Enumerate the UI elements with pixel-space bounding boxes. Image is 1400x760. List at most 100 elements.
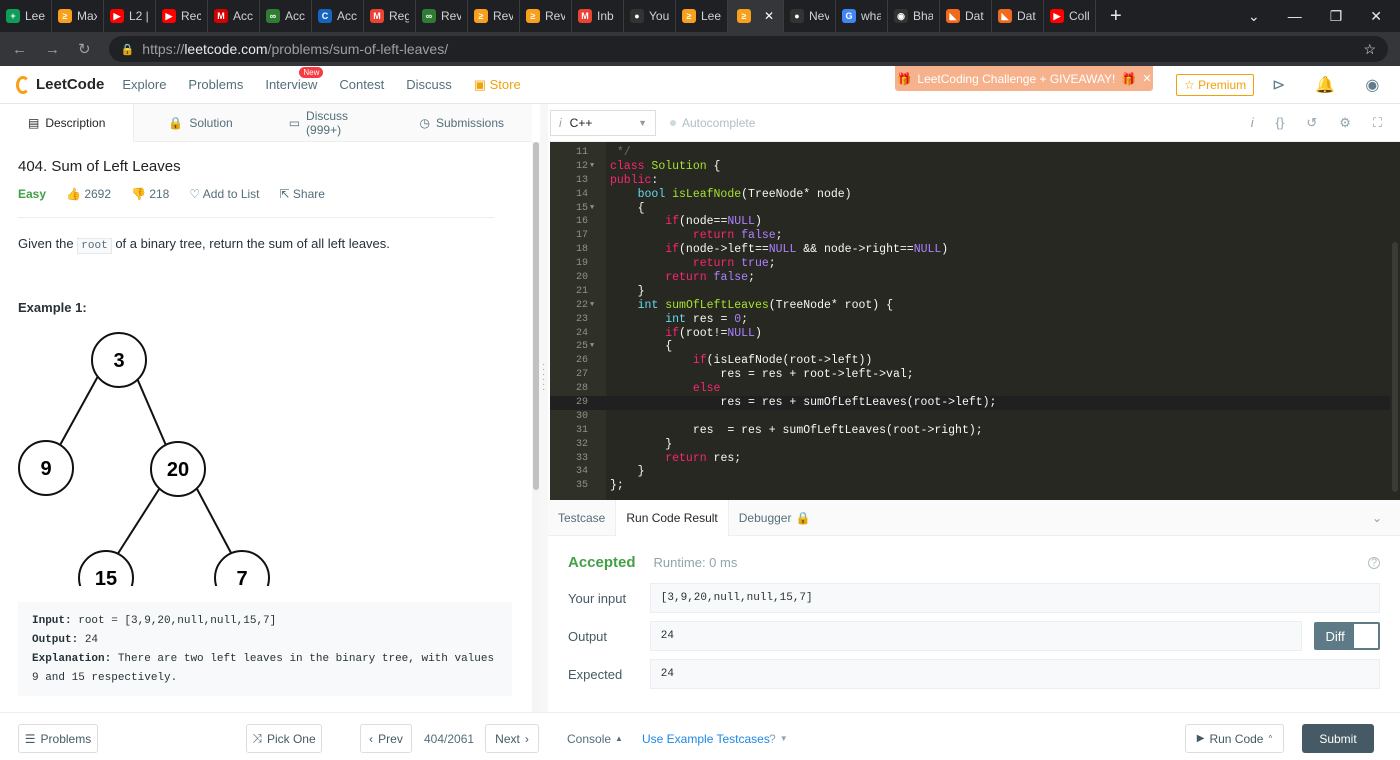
- tab-solution[interactable]: 🔒 Solution: [134, 104, 260, 142]
- browser-tab[interactable]: ≥ Rev: [520, 0, 572, 32]
- browser-tab[interactable]: ◣ Dat: [992, 0, 1044, 32]
- browser-tab[interactable]: ≥ Max: [52, 0, 104, 32]
- next-button[interactable]: Next ›: [485, 724, 539, 753]
- console-toggle[interactable]: Console ▲: [567, 724, 623, 753]
- code-line[interactable]: 19 return true;: [550, 257, 1390, 271]
- code-line[interactable]: 28 else: [550, 382, 1390, 396]
- new-tab-icon[interactable]: +: [1096, 5, 1136, 28]
- code-line[interactable]: 29 res = res + sumOfLeftLeaves(root->lef…: [550, 396, 1390, 410]
- code-line[interactable]: 13 public:: [550, 174, 1390, 188]
- code-line[interactable]: 11 */: [550, 146, 1390, 160]
- fold-arrow-icon[interactable]: ▼: [590, 299, 594, 313]
- code-line[interactable]: 25 ▼ {: [550, 340, 1390, 354]
- leetcode-logo[interactable]: LeetCode: [16, 75, 104, 94]
- pick-one-button[interactable]: ⤨ Pick One: [246, 724, 322, 753]
- reload-icon[interactable]: ↻: [78, 40, 91, 58]
- tab-debugger[interactable]: Debugger 🔒: [729, 500, 821, 536]
- forward-icon[interactable]: →: [45, 41, 60, 58]
- fold-arrow-icon[interactable]: ▼: [590, 340, 594, 354]
- code-line[interactable]: 30: [550, 410, 1390, 424]
- autocomplete-toggle[interactable]: Autocomplete: [670, 116, 755, 130]
- reset-icon[interactable]: ↺: [1306, 115, 1317, 131]
- info-icon[interactable]: i: [1251, 115, 1254, 131]
- code-line[interactable]: 22 ▼ int sumOfLeftLeaves(TreeNode* root) …: [550, 299, 1390, 313]
- description-scrollbar[interactable]: [532, 142, 540, 712]
- tab-description[interactable]: ▤ Description: [0, 104, 135, 142]
- use-example-testcases-link[interactable]: Use Example Testcases: [642, 724, 770, 753]
- problems-button[interactable]: ☰ Problems: [18, 724, 98, 753]
- chevron-down-icon[interactable]: ⌄: [1372, 511, 1400, 525]
- url-input[interactable]: 🔒 https://leetcode.com/problems/sum-of-l…: [108, 36, 1388, 62]
- nav-interview[interactable]: Interview New: [265, 66, 324, 93]
- browser-tab[interactable]: ◣ Dat: [940, 0, 992, 32]
- code-line[interactable]: 23 int res = 0;: [550, 313, 1390, 327]
- back-icon[interactable]: ←: [12, 41, 27, 58]
- language-select[interactable]: i C++ ▼: [550, 109, 656, 136]
- user-avatar-icon[interactable]: ◉: [1365, 75, 1379, 95]
- browser-tab[interactable]: M Inb: [572, 0, 624, 32]
- share-button[interactable]: ⇱ Share: [280, 187, 325, 201]
- nav-explore[interactable]: Explore: [122, 77, 166, 93]
- browser-tab[interactable]: ◉ Bha: [888, 0, 940, 32]
- settings-icon[interactable]: ⚙: [1339, 115, 1351, 131]
- browser-tab[interactable]: ∞ Acc: [260, 0, 312, 32]
- fullscreen-icon[interactable]: ⛶: [1373, 115, 1382, 131]
- tab-search-icon[interactable]: ⌄: [1248, 8, 1260, 25]
- close-tab-icon[interactable]: ✕: [764, 9, 774, 23]
- nav-problems[interactable]: Problems: [188, 77, 243, 93]
- code-line[interactable]: 33 return res;: [550, 452, 1390, 466]
- premium-button[interactable]: ☆ Premium: [1176, 74, 1255, 96]
- code-editor[interactable]: 11 */12 ▼ class Solution {13 public: 14 bool…: [550, 142, 1400, 500]
- tab-discuss[interactable]: ▭ Discuss (999+): [261, 104, 392, 142]
- braces-icon[interactable]: {}: [1276, 115, 1285, 131]
- fold-arrow-icon[interactable]: ▼: [590, 160, 594, 174]
- browser-tab[interactable]: ● Nev: [784, 0, 836, 32]
- browser-tab[interactable]: ≥ Lee: [676, 0, 728, 32]
- code-line[interactable]: 14 bool isLeafNode(TreeNode* node): [550, 188, 1390, 202]
- scrollbar-thumb[interactable]: [533, 142, 539, 490]
- add-to-list-button[interactable]: ♡ Add to List: [189, 187, 259, 201]
- help-icon[interactable]: ?: [1368, 556, 1380, 569]
- submit-button[interactable]: Submit: [1302, 724, 1374, 753]
- code-line[interactable]: 16 if(node==NULL): [550, 215, 1390, 229]
- code-line[interactable]: 24 if(root!=NULL): [550, 327, 1390, 341]
- code-line[interactable]: 35};: [550, 479, 1390, 493]
- minimize-icon[interactable]: —: [1288, 8, 1302, 24]
- browser-tab[interactable]: Gwha: [836, 0, 888, 32]
- code-line[interactable]: 26 if(isLeafNode(root->left)): [550, 354, 1390, 368]
- tab-testcase[interactable]: Testcase: [548, 500, 615, 536]
- code-line[interactable]: 32 }: [550, 438, 1390, 452]
- bookmark-star-icon[interactable]: ☆: [1363, 41, 1376, 58]
- editor-scrollbar[interactable]: [1392, 242, 1398, 492]
- nav-contest[interactable]: Contest: [339, 77, 384, 93]
- code-line[interactable]: 34 }: [550, 465, 1390, 479]
- tab-run-code-result[interactable]: Run Code Result: [615, 499, 729, 536]
- playground-icon[interactable]: ⊳: [1272, 75, 1285, 95]
- notification-bell-icon[interactable]: 🔔: [1315, 75, 1335, 95]
- browser-tab[interactable]: ▶ Coll: [1044, 0, 1096, 32]
- panel-splitter[interactable]: · · · · · ·: [540, 104, 548, 712]
- code-line[interactable]: 12 ▼ class Solution {: [550, 160, 1390, 174]
- dislike-button[interactable]: 👎 218: [131, 187, 169, 201]
- code-line[interactable]: 27 res = res + root->left->val;: [550, 368, 1390, 382]
- code-line[interactable]: 15 ▼ {: [550, 202, 1390, 216]
- browser-tab[interactable]: C Acc: [312, 0, 364, 32]
- browser-tab[interactable]: ∞ Rev: [416, 0, 468, 32]
- tab-submissions[interactable]: ◷ Submissions: [391, 104, 532, 142]
- code-line[interactable]: 31 res = res + sumOfLeftLeaves(root->rig…: [550, 424, 1390, 438]
- browser-tab[interactable]: M Reg: [364, 0, 416, 32]
- code-line[interactable]: 21 }: [550, 285, 1390, 299]
- nav-discuss[interactable]: Discuss: [406, 77, 452, 93]
- browser-tab[interactable]: ≥ Rev: [468, 0, 520, 32]
- browser-tab[interactable]: M Acc: [208, 0, 260, 32]
- prev-button[interactable]: ‹ Prev: [360, 724, 412, 753]
- help-dropdown[interactable]: ? ▼: [769, 724, 788, 753]
- diff-toggle[interactable]: Diff: [1314, 622, 1380, 650]
- nav-store[interactable]: ▣ Store: [474, 77, 521, 93]
- code-line[interactable]: 20 return false;: [550, 271, 1390, 285]
- run-code-button[interactable]: ▶ Run Code ^: [1185, 724, 1284, 753]
- browser-tab[interactable]: ▶ Rec: [156, 0, 208, 32]
- browser-tab[interactable]: ▶ L2 |: [104, 0, 156, 32]
- promo-banner[interactable]: 🎁 LeetCoding Challenge + GIVEAWAY! 🎁 ✕: [895, 66, 1153, 91]
- like-button[interactable]: 👍 2692: [66, 187, 111, 201]
